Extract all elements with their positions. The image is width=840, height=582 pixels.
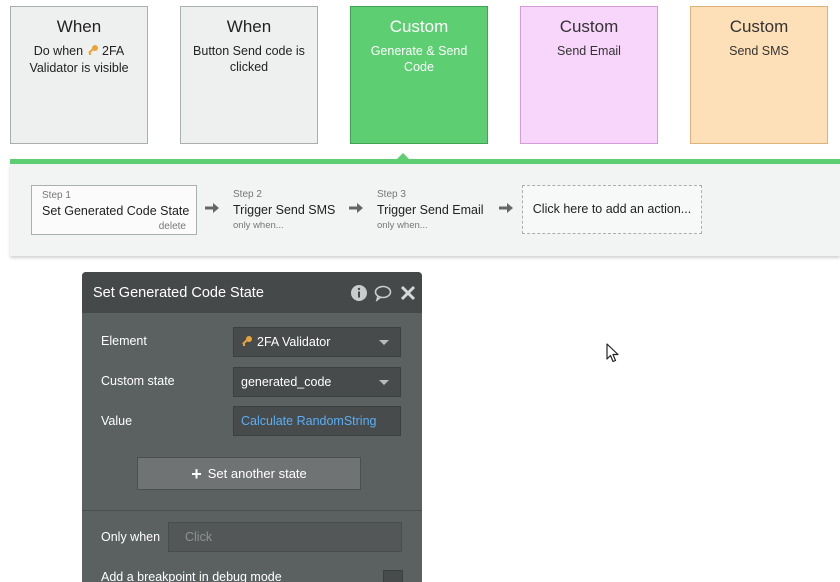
event-description: Button Send code is clicked [193, 44, 305, 74]
step-3[interactable]: Step 3 Trigger Send Email only when... [367, 185, 497, 235]
event-description: Do when 2FA Validator is visible [19, 43, 139, 76]
info-icon[interactable] [350, 284, 368, 302]
panel-divider [82, 510, 422, 511]
step-number: Step 3 [377, 189, 406, 200]
value-label: Value [101, 414, 133, 428]
key-icon [241, 329, 253, 357]
chevron-down-icon [379, 380, 389, 385]
custom-state-label: Custom state [101, 374, 175, 388]
event-card-send-email[interactable]: Custom Send Email [520, 6, 658, 144]
step-condition: only when... [377, 220, 428, 231]
comment-icon[interactable] [374, 284, 392, 302]
event-card-generate-send-code[interactable]: Custom Generate & Send Code [350, 6, 488, 144]
event-description: Generate & Send Code [370, 44, 468, 74]
delete-step-link[interactable]: delete [159, 221, 186, 232]
step-condition: only when... [233, 220, 284, 231]
custom-state-dropdown[interactable]: generated_code [233, 367, 401, 397]
breakpoint-label: Add a breakpoint in debug mode [101, 570, 282, 582]
panel-title: Set Generated Code State [93, 285, 264, 301]
only-when-input[interactable]: Click [168, 522, 402, 552]
panel-header: Set Generated Code State [82, 272, 422, 313]
step-number: Step 2 [233, 189, 262, 200]
arrow-right-icon [205, 203, 219, 213]
event-description-prefix: Do when [33, 44, 84, 58]
mouse-cursor-icon [606, 343, 619, 363]
event-card-page-visible[interactable]: When Do when 2FA Validator is visible [10, 6, 148, 144]
step-title: Trigger Send Email [377, 203, 484, 217]
breakpoint-checkbox[interactable] [383, 570, 403, 582]
custom-state-value: generated_code [241, 375, 332, 389]
action-properties-panel: Set Generated Code State Element 2FA Val… [82, 272, 422, 582]
set-another-state-label: Set another state [207, 466, 307, 481]
only-when-label: Only when [101, 530, 161, 544]
event-type-label: When [226, 17, 272, 36]
event-type-label: Custom [729, 17, 789, 36]
workflow-steps-bar: Step 1 Set Generated Code State delete S… [10, 164, 840, 256]
step-number: Step 1 [42, 190, 71, 201]
step-1[interactable]: Step 1 Set Generated Code State delete [31, 185, 197, 235]
event-card-send-sms[interactable]: Custom Send SMS [690, 6, 828, 144]
element-label: Element [101, 334, 147, 348]
set-another-state-button[interactable]: + Set another state [137, 457, 361, 490]
element-value: 2FA Validator [257, 335, 331, 349]
step-title: Trigger Send SMS [233, 203, 336, 217]
event-type-label: When [56, 17, 102, 36]
arrow-right-icon [499, 203, 513, 213]
event-type-label: Custom [559, 17, 619, 36]
event-description: Send Email [557, 44, 621, 58]
event-description: Send SMS [729, 44, 789, 58]
element-dropdown[interactable]: 2FA Validator [233, 327, 401, 357]
step-title: Set Generated Code State [42, 204, 190, 218]
close-icon[interactable] [399, 284, 417, 302]
arrow-right-icon [349, 203, 363, 213]
event-card-button-clicked[interactable]: When Button Send code is clicked [180, 6, 318, 144]
add-action-button[interactable]: Click here to add an action... [522, 185, 702, 234]
value-expression-field[interactable]: Calculate RandomString [233, 406, 401, 436]
event-type-label: Custom [389, 17, 449, 36]
chevron-down-icon [379, 340, 389, 345]
key-icon [87, 44, 99, 60]
step-2[interactable]: Step 2 Trigger Send SMS only when... [223, 185, 343, 235]
plus-icon: + [191, 464, 202, 484]
